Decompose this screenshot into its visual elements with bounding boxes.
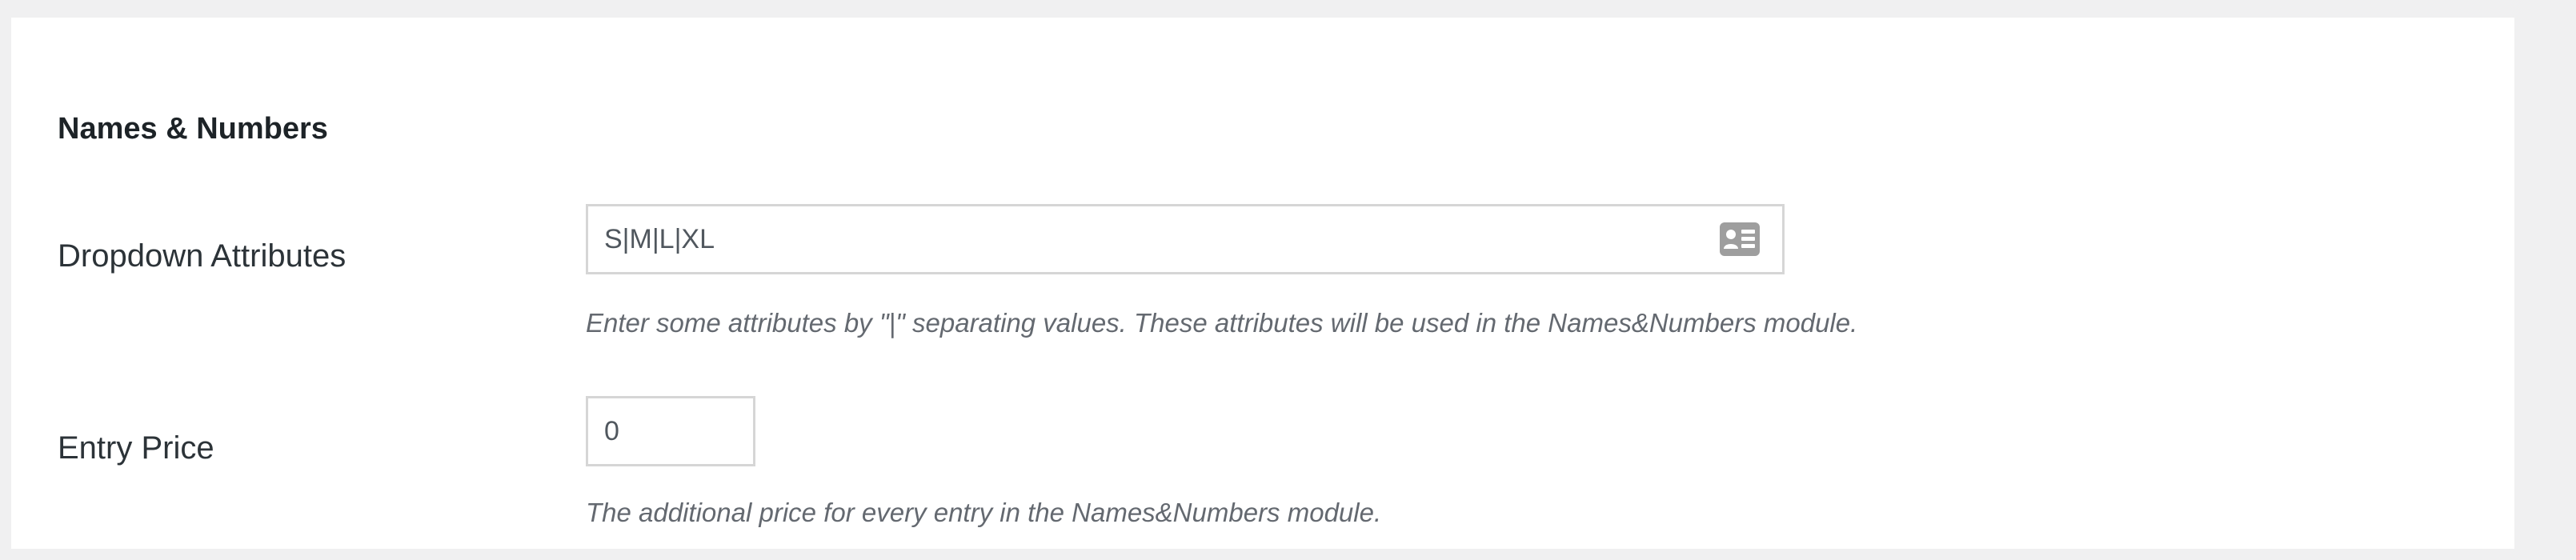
settings-panel: Names & Numbers Dropdown Attributes Ente… (11, 18, 2514, 549)
dropdown-attributes-field (586, 204, 1785, 274)
dropdown-attributes-description: Enter some attributes by "|" separating … (586, 308, 1858, 338)
dropdown-attributes-label: Dropdown Attributes (58, 238, 347, 274)
entry-price-label: Entry Price (58, 430, 214, 466)
dropdown-attributes-input[interactable] (588, 206, 1782, 272)
entry-price-input[interactable] (586, 396, 755, 466)
contact-card-icon[interactable] (1720, 222, 1760, 256)
section-title: Names & Numbers (58, 112, 328, 146)
entry-price-description: The additional price for every entry in … (586, 498, 1382, 527)
